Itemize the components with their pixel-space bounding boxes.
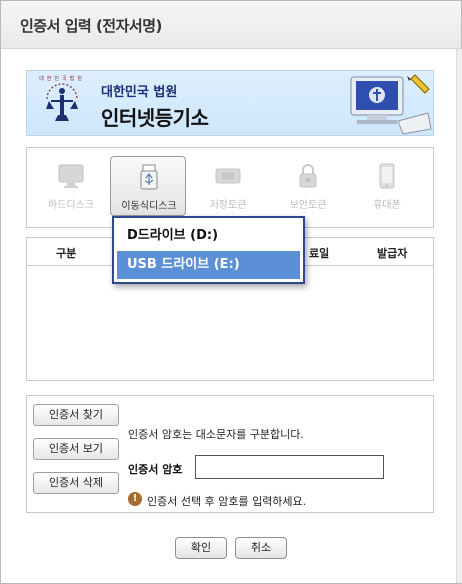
column-header-type: 구분	[56, 247, 77, 260]
lock-icon	[299, 164, 317, 188]
column-header-expiry: 료일	[309, 247, 330, 260]
monitor-icon	[58, 164, 84, 188]
media-removable-disk-label: 이동식디스크	[121, 201, 177, 212]
find-certificate-button[interactable]: 인증서 찾기	[33, 404, 119, 426]
media-storage-token-label: 저장토큰	[209, 200, 247, 211]
emblem-text: 대한민국법원	[39, 76, 85, 82]
password-hint: 인증서 선택 후 암호를 입력하세요.	[147, 495, 307, 508]
media-removable-disk[interactable]: 이동식디스크	[110, 156, 186, 216]
media-hard-disk-label: 하드디스크	[48, 200, 94, 211]
password-input[interactable]	[195, 455, 384, 479]
view-certificate-button[interactable]: 인증서 보기	[33, 438, 119, 460]
warning-icon: !	[128, 492, 142, 506]
media-hard-disk[interactable]: 하드디스크	[33, 156, 109, 216]
drive-dropdown-menu: D드라이브 (D:) USB 드라이브 (E:)	[112, 216, 305, 284]
service-name: 인터넷등기소	[101, 106, 209, 130]
certificate-password-panel: 인증서 찾기 인증서 보기 인증서 삭제 인증서 암호는 대소문자를 구분합니다…	[26, 395, 434, 513]
delete-certificate-button[interactable]: 인증서 삭제	[33, 472, 119, 494]
org-name: 대한민국 법원	[101, 85, 178, 100]
cancel-button[interactable]: 취소	[235, 537, 287, 559]
media-phone-label: 휴대폰	[373, 200, 401, 211]
token-icon	[215, 168, 241, 184]
phone-icon	[379, 163, 395, 189]
title-bar: 인증서 입력 (전자서명)	[1, 1, 461, 49]
dialog-title: 인증서 입력 (전자서명)	[20, 17, 162, 35]
case-sensitivity-note: 인증서 암호는 대소문자를 구분합니다.	[128, 428, 304, 441]
media-phone[interactable]: 휴대폰	[349, 156, 425, 216]
media-security-token-label: 보안토큰	[289, 200, 327, 211]
certificate-dialog: 인증서 입력 (전자서명) 대한민국법원 대한민국 법원 인터넷등기소 하드디스…	[0, 0, 462, 584]
password-label: 인증서 암호	[128, 463, 183, 476]
computer-illustration-icon	[350, 74, 432, 135]
media-security-token[interactable]: 보안토큰	[270, 156, 346, 216]
court-emblem-icon	[46, 83, 78, 121]
ok-button[interactable]: 확인	[175, 537, 227, 559]
drive-option-usb[interactable]: USB 드라이브 (E:)	[117, 251, 300, 279]
drive-option-d[interactable]: D드라이브 (D:)	[117, 222, 300, 250]
media-storage-token[interactable]: 저장토큰	[190, 156, 266, 216]
column-header-issuer: 발급자	[377, 247, 408, 260]
court-banner: 대한민국법원 대한민국 법원 인터넷등기소	[26, 70, 434, 136]
usb-drive-icon	[140, 164, 158, 190]
dialog-scrollbar[interactable]	[456, 49, 462, 583]
